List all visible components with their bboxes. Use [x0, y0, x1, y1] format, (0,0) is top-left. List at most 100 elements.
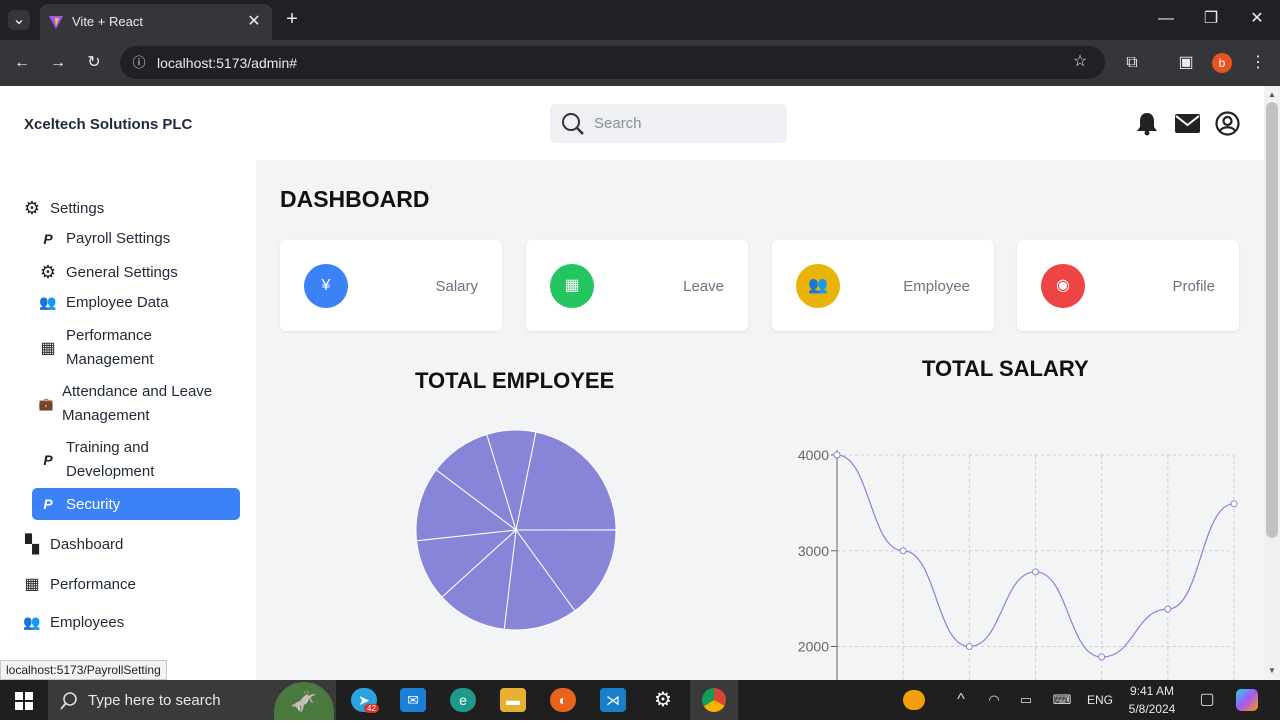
- chrome-taskbar-button[interactable]: [690, 680, 738, 720]
- search-box[interactable]: Search: [550, 104, 787, 143]
- back-icon[interactable]: ←: [12, 53, 32, 73]
- copilot-icon[interactable]: [1236, 689, 1258, 711]
- new-tab-icon[interactable]: +: [282, 9, 302, 29]
- sidebar-item-label: Dashboard: [50, 536, 124, 553]
- settings-app-icon[interactable]: ⚙: [650, 688, 676, 712]
- notifications-icon[interactable]: ▢: [1197, 690, 1217, 710]
- sidebar-item-attendance-leave[interactable]: 💼 Attendance and Leave Management: [38, 380, 213, 428]
- data-point[interactable]: [1230, 500, 1238, 508]
- profile-card[interactable]: ◉ Profile: [1017, 240, 1239, 331]
- employee-card[interactable]: 👥 Employee: [772, 240, 994, 331]
- scroll-up-icon[interactable]: ▲: [1266, 88, 1278, 102]
- user-circle-icon[interactable]: [1215, 111, 1240, 136]
- browser-tab-bar: ⌄ Vite + React ✕ + — ❐ ✕: [0, 0, 1280, 40]
- sidebar-item-employee-data[interactable]: 👥 Employee Data: [38, 294, 169, 311]
- keyboard-icon[interactable]: ⌨: [1052, 690, 1072, 710]
- forward-icon[interactable]: →: [48, 53, 68, 73]
- card-label: Profile: [1172, 278, 1215, 295]
- line-chart-title: TOTAL SALARY: [922, 356, 1089, 381]
- profile-avatar[interactable]: b: [1212, 53, 1232, 73]
- chrome-icon: [702, 688, 726, 712]
- status-link-preview: localhost:5173/PayrollSetting: [0, 660, 167, 680]
- sidebar-item-performance-management[interactable]: ▦ Performance Management: [38, 324, 153, 372]
- search-icon: [562, 113, 584, 135]
- minimize-icon[interactable]: —: [1156, 9, 1176, 29]
- sidebar-item-security[interactable]: P Security: [32, 488, 240, 520]
- sidebar-item-employees[interactable]: 👥 Employees: [22, 614, 124, 631]
- dashboard-icon: ▚: [25, 534, 39, 554]
- menu-kebab-icon[interactable]: ⋮: [1248, 53, 1268, 73]
- grid-icon: ▦: [40, 340, 56, 357]
- sidebar-item-dashboard[interactable]: ▚ Dashboard: [22, 534, 123, 555]
- data-point[interactable]: [1098, 653, 1106, 661]
- brand-name: Xceltech Solutions PLC: [24, 116, 193, 133]
- salary-card[interactable]: ¥ Salary: [280, 240, 502, 331]
- sidebar-item-label-line1: Attendance and Leave: [62, 383, 213, 400]
- sidebar-item-settings[interactable]: ⚙ Settings: [22, 198, 104, 219]
- app-root: Xceltech Solutions PLC Search ⚙ Settings…: [0, 86, 1264, 680]
- data-point[interactable]: [833, 451, 841, 459]
- y-tick-label: 4000: [798, 447, 829, 463]
- windows-start-icon[interactable]: [15, 692, 33, 710]
- show-hidden-icons-chevron[interactable]: ^: [952, 690, 970, 710]
- extensions-icon[interactable]: ⧉: [1122, 53, 1142, 73]
- search-input[interactable]: Search: [594, 115, 642, 132]
- close-tab-icon[interactable]: ✕: [246, 12, 262, 32]
- network-icon[interactable]: ◠: [984, 690, 1004, 710]
- site-info-icon[interactable]: ⓘ: [130, 53, 148, 73]
- mail-icon[interactable]: [1175, 114, 1200, 133]
- gear-icon: ⚙: [23, 198, 41, 218]
- close-window-icon[interactable]: ✕: [1247, 9, 1267, 29]
- vscode-icon[interactable]: ⋊: [600, 688, 626, 712]
- address-bar[interactable]: ⓘ localhost:5173/admin# ☆: [120, 46, 1105, 79]
- reload-icon[interactable]: ↻: [84, 53, 104, 73]
- data-point[interactable]: [965, 643, 973, 650]
- windows-taskbar: Type here to search 🫏 ➤ 42 ✉ e ▬ ◐ ⋊ ⚙ ^…: [0, 680, 1280, 720]
- leave-card[interactable]: ▦ Leave: [526, 240, 748, 331]
- bell-icon[interactable]: [1136, 111, 1158, 136]
- url-text: localhost:5173/admin#: [157, 55, 298, 71]
- browser-tab[interactable]: Vite + React ✕: [40, 4, 272, 40]
- users-icon: 👥: [23, 614, 41, 630]
- file-explorer-icon[interactable]: ▬: [500, 688, 526, 712]
- sidebar-item-label: Employee Data: [66, 294, 169, 311]
- browser-toolbar: ← → ↻ ⓘ localhost:5173/admin# ☆ ⧉ ▣ b ⋮: [0, 40, 1280, 86]
- clock-date[interactable]: 5/8/2024: [1124, 702, 1180, 716]
- user-circle-icon: ◉: [1041, 264, 1085, 308]
- restore-icon[interactable]: ❐: [1201, 9, 1221, 29]
- sidebar-item-general-settings[interactable]: ⚙ General Settings: [38, 262, 178, 283]
- data-point[interactable]: [1032, 568, 1039, 576]
- language-indicator[interactable]: ENG: [1087, 693, 1113, 707]
- clock-time[interactable]: 9:41 AM: [1128, 684, 1176, 698]
- sidebar-item-performance[interactable]: ▦ Performance: [22, 574, 135, 594]
- firefox-icon[interactable]: ◐: [550, 688, 576, 712]
- mail-app-icon[interactable]: ✉: [400, 688, 426, 712]
- taskbar-search-input[interactable]: Type here to search: [88, 692, 221, 709]
- scroll-down-icon[interactable]: ▼: [1266, 664, 1278, 678]
- side-panel-icon[interactable]: ▣: [1176, 53, 1196, 73]
- sidebar-item-label: Security: [66, 495, 121, 513]
- sidebar-item-training-development[interactable]: P Training and Development: [38, 436, 154, 484]
- edge-icon[interactable]: e: [450, 688, 476, 712]
- scrollbar-thumb[interactable]: [1266, 102, 1278, 538]
- total-salary-line-chart: 4000300020001000: [798, 447, 1238, 680]
- sidebar-item-label-line1: Performance: [66, 327, 152, 344]
- sidebar-item-label: Settings: [50, 200, 105, 217]
- sidebar: ⚙ Settings P Payroll Settings ⚙ General …: [0, 160, 256, 680]
- data-point[interactable]: [899, 547, 907, 555]
- telegram-badge: 42: [364, 704, 379, 713]
- sidebar-item-label: Payroll Settings: [66, 230, 171, 247]
- tab-search-chevron-icon[interactable]: ⌄: [8, 10, 30, 30]
- users-icon: 👥: [39, 294, 57, 310]
- taskbar-search-box[interactable]: Type here to search 🫏: [48, 680, 336, 720]
- battery-icon[interactable]: ▭: [1016, 690, 1036, 710]
- money-icon: ¥: [304, 264, 348, 308]
- calendar-icon: ▦: [550, 264, 594, 308]
- grid-icon: ▦: [24, 576, 40, 593]
- sidebar-item-payroll-settings[interactable]: P Payroll Settings: [38, 230, 170, 247]
- weather-icon[interactable]: [903, 690, 925, 710]
- card-label: Salary: [435, 278, 478, 295]
- bookmark-star-icon[interactable]: ☆: [1070, 52, 1090, 72]
- sidebar-item-label: General Settings: [66, 264, 178, 281]
- data-point[interactable]: [1164, 605, 1172, 613]
